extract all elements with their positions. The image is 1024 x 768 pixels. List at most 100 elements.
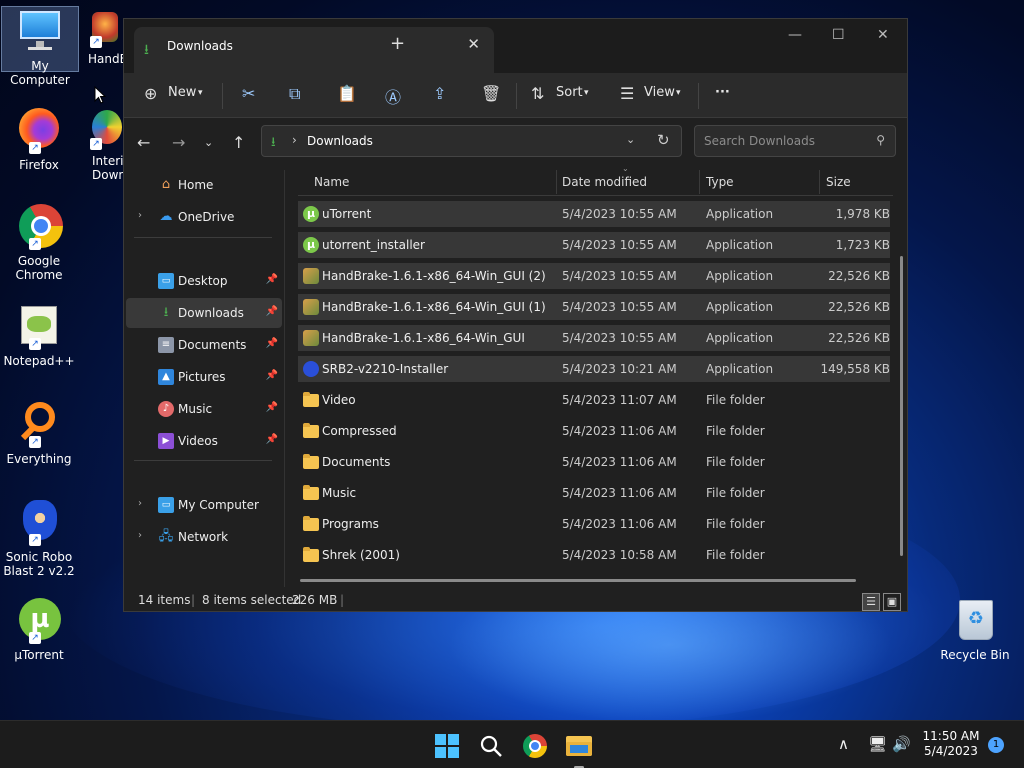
desktop-icon-recycle-bin[interactable]: ♻ Recycle Bin — [936, 596, 1014, 662]
file-row[interactable]: Shrek (2001) 5/4/2023 10:58 AM File fold… — [298, 542, 890, 568]
close-window-button[interactable]: ✕ — [877, 27, 889, 43]
maximize-button[interactable]: ☐ — [832, 27, 845, 43]
copy-icon[interactable]: ⧉ — [289, 84, 300, 104]
file-date: 5/4/2023 10:55 AM — [562, 300, 677, 314]
notification-badge[interactable]: 1 — [988, 737, 1004, 753]
paste-icon[interactable]: 📋 — [337, 84, 357, 103]
file-type: File folder — [706, 424, 765, 438]
details-view-button[interactable]: ☰ — [862, 593, 880, 611]
taskbar: ∧ 🖥 🔊 11:50 AM 5/4/2023 1 — [0, 720, 1024, 768]
expand-chevron-icon[interactable]: › — [138, 498, 142, 509]
file-size: 1,978 KB — [835, 207, 890, 221]
mouse-cursor-icon — [94, 86, 106, 104]
pin-icon: 📌 — [265, 306, 278, 317]
nav-item-downloads[interactable]: ⭳ Downloads 📌 — [126, 298, 282, 328]
up-icon[interactable]: ↑ — [232, 133, 245, 152]
start-button[interactable] — [434, 733, 460, 759]
nav-item-music[interactable]: ♪ Music 📌 — [126, 394, 282, 424]
file-row[interactable]: Music 5/4/2023 11:06 AM File folder — [298, 480, 890, 506]
file-explorer-window[interactable]: ⭳ Downloads ✕ + — ☐ ✕ ⊕ New ▾ ✂ ⧉ 📋 Ⓐ ⇪ … — [123, 18, 908, 612]
folder-icon — [303, 423, 319, 438]
back-icon[interactable]: ← — [137, 133, 150, 152]
recent-locations-icon[interactable]: ⌄ — [204, 136, 213, 149]
tiles-view-button[interactable]: ▣ — [883, 593, 901, 611]
pane-splitter[interactable] — [284, 170, 285, 587]
file-size: 22,526 KB — [828, 331, 890, 345]
expand-chevron-icon[interactable]: › — [138, 210, 142, 221]
nav-item-onedrive[interactable]: › ☁ OneDrive — [126, 202, 282, 232]
volume-icon[interactable]: 🔊 — [892, 735, 911, 753]
file-row[interactable]: SRB2-v2210-Installer 5/4/2023 10:21 AM A… — [298, 356, 890, 382]
folder-icon — [303, 454, 319, 469]
nav-item-desktop[interactable]: ▭ Desktop 📌 — [126, 266, 282, 296]
column-header-name[interactable]: Name — [314, 175, 349, 189]
desktop-icon-internet-download[interactable]: ↗ Interi Down — [84, 106, 124, 182]
taskbar-file-explorer[interactable] — [566, 733, 592, 768]
nav-item-network[interactable]: › 🖧 Network — [126, 522, 282, 552]
file-row[interactable]: µ utorrent_installer 5/4/2023 10:55 AM A… — [298, 232, 890, 258]
search-input[interactable]: Search Downloads ⚲ — [694, 125, 896, 157]
column-divider[interactable] — [556, 170, 557, 194]
desktop-icon-firefox[interactable]: ↗ Firefox — [0, 106, 78, 172]
rename-icon[interactable]: Ⓐ — [385, 84, 401, 108]
desktop-icon-sonic[interactable]: ↗ Sonic Robo Blast 2 v2.2 — [0, 498, 78, 578]
more-options-button[interactable]: ··· — [715, 85, 730, 100]
refresh-icon[interactable]: ↻ — [657, 131, 670, 149]
horizontal-scrollbar[interactable] — [300, 579, 856, 582]
file-row[interactable]: HandBrake-1.6.1-x86_64-Win_GUI (2) 5/4/2… — [298, 263, 890, 289]
desktop-icon-handbrake[interactable]: ↗ HandB — [84, 8, 124, 66]
desktop-icon-notepadpp[interactable]: ↗ Notepad++ — [0, 302, 78, 368]
desktop-icon-chrome[interactable]: ↗ Google Chrome — [0, 202, 78, 282]
taskbar-chrome[interactable] — [522, 733, 548, 759]
network-icon[interactable]: 🖥 — [868, 735, 887, 753]
desktop-icon-my-computer[interactable]: My Computer — [1, 6, 79, 87]
expand-chevron-icon[interactable]: › — [138, 530, 142, 541]
view-button[interactable]: View — [644, 85, 675, 100]
clock[interactable]: 11:50 AM 5/4/2023 — [918, 729, 984, 759]
tab-downloads[interactable]: ⭳ Downloads ✕ — [134, 27, 494, 73]
desktop-icon-label: Google Chrome — [15, 254, 63, 282]
nav-item-pictures[interactable]: ▲ Pictures 📌 — [126, 362, 282, 392]
new-button[interactable]: New — [168, 85, 196, 100]
forward-icon[interactable]: → — [172, 133, 185, 152]
column-divider[interactable] — [699, 170, 700, 194]
nav-item-home[interactable]: ⌂ Home — [126, 170, 282, 200]
close-tab-icon[interactable]: ✕ — [467, 35, 480, 53]
file-row[interactable]: Programs 5/4/2023 11:06 AM File folder — [298, 511, 890, 537]
internet-download-icon: ↗ — [86, 106, 122, 150]
column-header-type[interactable]: Type — [706, 175, 734, 189]
chevron-down-icon[interactable]: ⌄ — [626, 133, 635, 146]
navigation-pane: ⌂ Home › ☁ OneDrive ▭ Desktop 📌 ⭳ Downlo… — [124, 170, 284, 587]
desktop-icon-everything[interactable]: ↗ Everything — [0, 400, 78, 466]
sort-button[interactable]: Sort — [556, 85, 583, 100]
vertical-scrollbar[interactable] — [900, 256, 903, 556]
folder-icon — [303, 485, 319, 500]
address-bar[interactable]: ⭳ › Downloads ⌄ ↻ — [261, 125, 682, 157]
search-button[interactable] — [478, 733, 504, 759]
delete-icon[interactable]: 🗑 — [481, 84, 501, 103]
nav-item-my-computer[interactable]: › ▭ My Computer — [126, 490, 282, 520]
title-bar[interactable]: ⭳ Downloads ✕ + — ☐ ✕ — [124, 19, 907, 73]
column-divider[interactable] — [819, 170, 820, 194]
file-row[interactable]: Compressed 5/4/2023 11:06 AM File folder — [298, 418, 890, 444]
new-tab-button[interactable]: + — [390, 33, 405, 54]
show-hidden-icons-icon[interactable]: ∧ — [838, 735, 849, 753]
column-header-size[interactable]: Size — [826, 175, 851, 189]
file-row[interactable]: HandBrake-1.6.1-x86_64-Win_GUI (1) 5/4/2… — [298, 294, 890, 320]
chevron-down-icon: ▾ — [198, 88, 203, 98]
handbrake-icon — [303, 299, 319, 315]
minimize-button[interactable]: — — [788, 27, 802, 43]
file-type: File folder — [706, 486, 765, 500]
column-header-date[interactable]: Date modified — [562, 175, 647, 189]
breadcrumb[interactable]: Downloads — [307, 134, 373, 148]
share-icon[interactable]: ⇪ — [433, 84, 446, 103]
file-row[interactable]: µ uTorrent 5/4/2023 10:55 AM Application… — [298, 201, 890, 227]
file-row[interactable]: Video 5/4/2023 11:07 AM File folder — [298, 387, 890, 413]
nav-item-videos[interactable]: ▶ Videos 📌 — [126, 426, 282, 456]
desktop-icon-utorrent[interactable]: µ ↗ µTorrent — [0, 596, 78, 662]
cut-icon[interactable]: ✂ — [242, 84, 255, 103]
pin-icon: 📌 — [265, 274, 278, 285]
nav-item-documents[interactable]: ≡ Documents 📌 — [126, 330, 282, 360]
file-row[interactable]: HandBrake-1.6.1-x86_64-Win_GUI 5/4/2023 … — [298, 325, 890, 351]
file-row[interactable]: Documents 5/4/2023 11:06 AM File folder — [298, 449, 890, 475]
